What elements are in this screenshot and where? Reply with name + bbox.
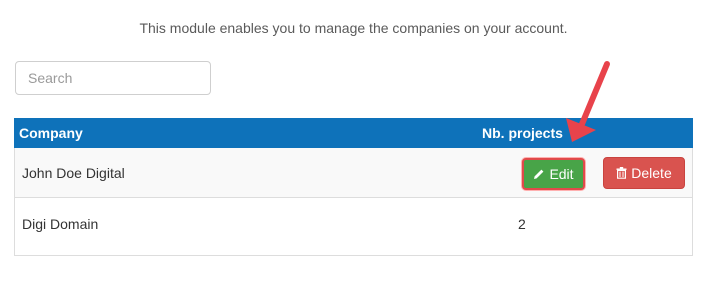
pencil-icon	[533, 168, 545, 180]
delete-button-label: Delete	[631, 165, 672, 181]
companies-table: Company Nb. projects John Doe Digital Ed…	[14, 118, 693, 256]
column-header-projects[interactable]: Nb. projects	[482, 125, 563, 141]
edit-button-label: Edit	[549, 166, 574, 182]
column-header-company[interactable]: Company	[19, 125, 83, 141]
table-row: John Doe Digital Edit Delete	[15, 148, 692, 198]
company-name: John Doe Digital	[22, 165, 125, 181]
module-description: This module enables you to manage the co…	[139, 20, 568, 36]
table-row: Digi Domain 2	[15, 198, 692, 255]
trash-icon	[616, 167, 627, 179]
project-count: 2	[518, 216, 526, 232]
edit-button[interactable]: Edit	[522, 158, 585, 190]
companies-module: This module enables you to manage the co…	[0, 0, 707, 287]
company-name: Digi Domain	[22, 216, 99, 232]
delete-button[interactable]: Delete	[603, 157, 685, 189]
search-input[interactable]	[15, 61, 211, 95]
table-header: Company Nb. projects	[14, 118, 693, 148]
